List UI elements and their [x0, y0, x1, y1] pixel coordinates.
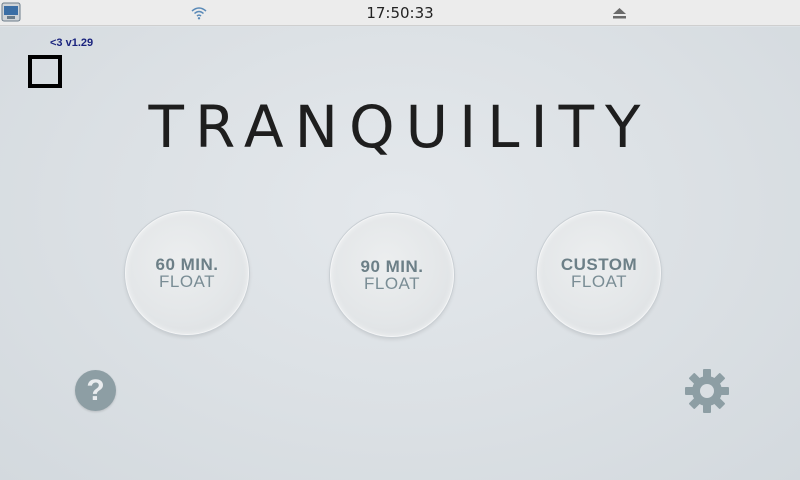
float-90-min-button[interactable]: 90 MIN. FLOAT [330, 213, 454, 337]
system-top-bar: 17:50:33 [0, 0, 800, 26]
button-duration-label: 60 MIN. [155, 254, 219, 274]
button-duration-label: CUSTOM [560, 254, 638, 274]
button-type-label: FLOAT [363, 273, 421, 293]
button-duration-label: 90 MIN. [360, 256, 424, 276]
float-custom-button[interactable]: CUSTOM FLOAT [537, 211, 661, 335]
eject-icon[interactable] [612, 7, 627, 20]
page-title: TRANQUILITY [148, 93, 652, 161]
float-60-min-button[interactable]: 60 MIN. FLOAT [125, 211, 249, 335]
app-main: <3 v1.29 TRANQUILITY 60 MIN. FLOAT 90 MI… [0, 27, 800, 480]
help-icon: ? [86, 373, 105, 407]
button-type-label: FLOAT [570, 271, 628, 291]
version-label: <3 v1.29 [50, 37, 94, 49]
help-button[interactable]: ? [75, 370, 116, 411]
status-indicator-box [28, 55, 62, 88]
system-clock[interactable]: 17:50:33 [0, 4, 800, 22]
gear-icon[interactable] [683, 367, 731, 415]
button-type-label: FLOAT [158, 271, 216, 291]
